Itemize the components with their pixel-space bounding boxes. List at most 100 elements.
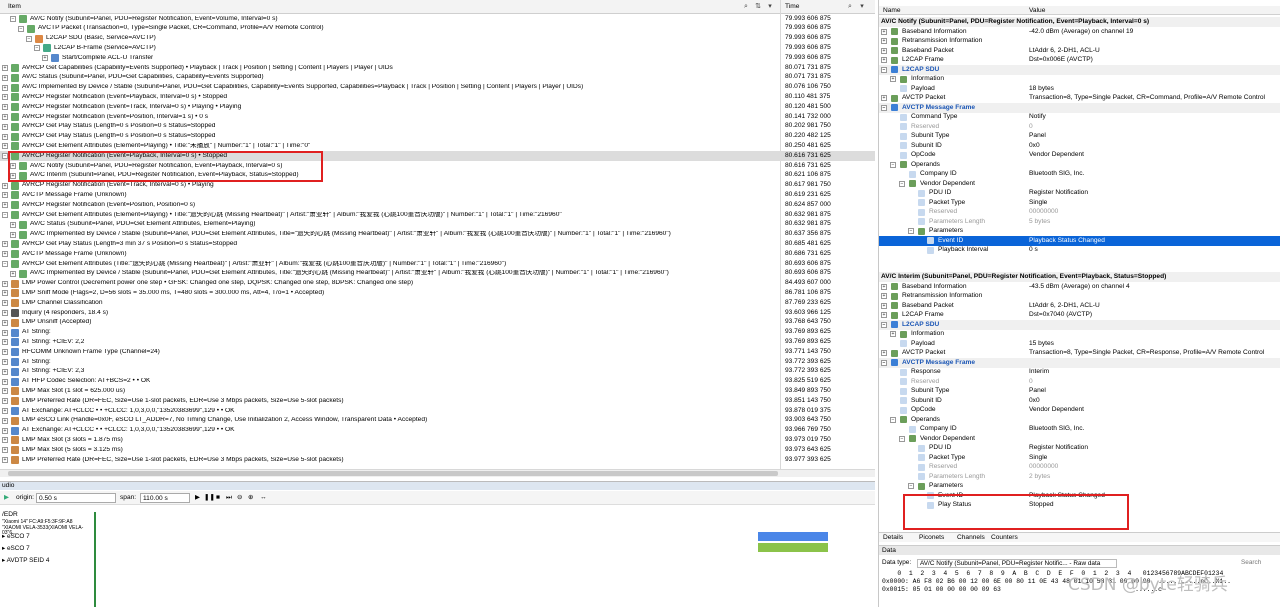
tab-piconets[interactable]: Piconets	[919, 534, 944, 542]
expand-toggle-icon[interactable]: +	[2, 114, 8, 120]
expand-toggle-icon[interactable]: −	[2, 212, 8, 218]
fit-icon[interactable]: ↔	[260, 494, 267, 502]
tab-counters[interactable]: Counters	[991, 534, 1018, 542]
expand-toggle-icon[interactable]: −	[881, 66, 887, 73]
expand-toggle-icon[interactable]: +	[2, 143, 8, 150]
tab-channels[interactable]: Channels	[957, 534, 985, 542]
expand-toggle-icon[interactable]: +	[2, 182, 8, 189]
expand-toggle-icon[interactable]: +	[2, 408, 8, 414]
expand-toggle-icon[interactable]: +	[2, 437, 8, 444]
audio-track-bar[interactable]	[758, 532, 828, 541]
search-field[interactable]: Search	[1241, 559, 1261, 566]
expand-toggle-icon[interactable]: +	[2, 349, 8, 356]
detail-row[interactable]: Subunit Type Panel	[879, 132, 1280, 142]
expand-toggle-icon[interactable]: −	[908, 228, 914, 234]
detail-row[interactable]: + Baseband Information -43.5 dBm (Average)…	[879, 282, 1280, 292]
expand-toggle-icon[interactable]: +	[2, 388, 8, 395]
detail-row[interactable]: + Information	[879, 75, 1280, 85]
detail-row[interactable]: Parameters Length 2 bytes	[879, 472, 1280, 482]
detail-row[interactable]: Reserved 0	[879, 122, 1280, 132]
packet-row[interactable]: + AV/C Implemented By Device / Stable (Su…	[0, 269, 875, 279]
detail-row[interactable]: Payload 15 bytes	[879, 339, 1280, 349]
section-header[interactable]: AV/C Notify (Subunit=Panel, PDU=Register…	[879, 17, 1280, 27]
horizontal-scrollbar[interactable]	[0, 469, 875, 477]
expand-toggle-icon[interactable]: +	[2, 457, 8, 463]
expand-toggle-icon[interactable]: +	[2, 65, 8, 71]
detail-row[interactable]: Playback Interval 0 s	[879, 246, 1280, 256]
expand-toggle-icon[interactable]: −	[10, 16, 16, 22]
zoom-in-icon[interactable]: ⊕	[248, 494, 254, 502]
scrollbar-thumb[interactable]	[8, 471, 778, 476]
expand-toggle-icon[interactable]: +	[2, 339, 8, 346]
expand-toggle-icon[interactable]: −	[899, 180, 905, 187]
expand-toggle-icon[interactable]: +	[881, 38, 887, 44]
sort-icon[interactable]: ▾	[858, 3, 866, 11]
packet-row[interactable]: + AV/C Implemented By Device / Stable (Su…	[0, 230, 875, 240]
packet-row[interactable]: + AVRCP Register Notification (Event=Trac…	[0, 102, 875, 112]
pause-button-icon[interactable]: ❚❚	[204, 494, 215, 502]
detail-row[interactable]: − Operands	[879, 415, 1280, 425]
settings-icon[interactable]: ▾	[766, 3, 774, 11]
audio-track-label[interactable]: ▸ AVDTP SEID 4	[2, 557, 49, 564]
packet-row[interactable]: − AV/C Notify (Subunit=Panel, PDU=Registe…	[0, 14, 875, 24]
packet-row[interactable]: + AT String: 93.772 393 625	[0, 357, 875, 367]
play-icon[interactable]: ▶	[4, 494, 9, 502]
packet-row[interactable]: + LMP Max Slot (3 slots = 1.875 ms) 93.973…	[0, 435, 875, 445]
play-button-icon[interactable]: ▶	[195, 494, 200, 502]
packet-row[interactable]: + LMP Max Slot (5 slots = 3.125 ms) 93.973…	[0, 445, 875, 455]
expand-toggle-icon[interactable]: +	[10, 221, 16, 228]
detail-row[interactable]: + AVCTP Packet Transaction=8, Type=Single …	[879, 94, 1280, 104]
packet-row[interactable]: + AVCTP Message Frame (Unknown) 80.619 231…	[0, 190, 875, 200]
detail-row[interactable]: − AVCTP Message Frame	[879, 103, 1280, 113]
packet-row[interactable]: + AT String: +CIEV: 2,2 93.769 893 625	[0, 337, 875, 347]
skip-forward-icon[interactable]: ⏭	[226, 494, 232, 502]
packet-row[interactable]: + RFCOMM Unknown Frame Type (Channel=24) 9…	[0, 347, 875, 357]
expand-toggle-icon[interactable]: +	[2, 378, 8, 385]
search-icon[interactable]: ⌕	[742, 3, 750, 11]
detail-row[interactable]: − L2CAP SDU	[879, 65, 1280, 75]
expand-toggle-icon[interactable]: +	[2, 319, 8, 326]
packet-row[interactable]: + AVRCP Get Element Attributes (Element=P…	[0, 141, 875, 151]
detail-row[interactable]: Response Interim	[879, 368, 1280, 378]
packet-row[interactable]: + AT String: +CIEV: 2,3 93.772 393 625	[0, 367, 875, 377]
expand-toggle-icon[interactable]: +	[10, 270, 16, 277]
expand-toggle-icon[interactable]: +	[2, 202, 8, 209]
packet-row[interactable]: + Start/Complete ACL-U Transfer 79.993 606…	[0, 53, 875, 63]
packet-row[interactable]: + LMP Channel Classification 87.769 233 62…	[0, 298, 875, 308]
packet-row[interactable]: + AV/C Status (Subunit=Panel, PDU=Get Ele…	[0, 220, 875, 230]
expand-toggle-icon[interactable]: −	[899, 435, 905, 442]
expand-toggle-icon[interactable]: −	[890, 416, 896, 423]
detail-row[interactable]: Subunit ID 0x0	[879, 141, 1280, 151]
detail-row[interactable]: + L2CAP Frame Dst=0x7040 (AVCTP)	[879, 311, 1280, 321]
expand-toggle-icon[interactable]: +	[2, 133, 8, 140]
detail-row[interactable]: + Retransmission Information	[879, 37, 1280, 47]
expand-toggle-icon[interactable]: +	[2, 280, 8, 287]
expand-toggle-icon[interactable]: +	[2, 300, 8, 307]
expand-toggle-icon[interactable]: +	[2, 310, 8, 316]
expand-toggle-icon[interactable]: −	[908, 483, 914, 489]
data-type-select[interactable]: AV/C Notify (Subunit=Panel, PDU=Register…	[917, 559, 1117, 568]
audio-track-label[interactable]: ▸ eSCO 7	[2, 545, 30, 552]
detail-row[interactable]: Reserved 00000000	[879, 463, 1280, 473]
packet-row[interactable]: + AT HFP Codec Selection: AT+BCS=2 • • OK…	[0, 377, 875, 387]
packet-row[interactable]: − L2CAP SDU (Basic, Service=AVCTP) 79.993 …	[0, 34, 875, 44]
detail-row[interactable]: PDU ID Register Notification	[879, 189, 1280, 199]
detail-row[interactable]: Command Type Notify	[879, 113, 1280, 123]
detail-row[interactable]: − Vendor Dependent	[879, 179, 1280, 189]
column-item[interactable]: Item	[8, 3, 21, 11]
packet-row[interactable]: + AT Exchange: AT+CLCC • • +CLCC: 1,0,3,0…	[0, 406, 875, 416]
detail-row[interactable]: Company ID Bluetooth SIG, Inc.	[879, 170, 1280, 180]
detail-row[interactable]: + Baseband Information -42.0 dBm (Average)…	[879, 27, 1280, 37]
zoom-out-icon[interactable]: ⊖	[237, 494, 243, 502]
packet-row[interactable]: + AVRCP Register Notification (Event=Play…	[0, 92, 875, 102]
detail-row[interactable]: Reserved 0	[879, 377, 1280, 387]
packet-row[interactable]: + LMP Preferred Rate (DR=FEC, Size=Use 1-…	[0, 455, 875, 465]
detail-row[interactable]: − Vendor Dependent	[879, 434, 1280, 444]
expand-toggle-icon[interactable]: +	[2, 251, 8, 258]
packet-row[interactable]: + AVRCP Get Play Status (Length=0 s Posit…	[0, 132, 875, 142]
packet-row[interactable]: − L2CAP B-Frame (Service=AVCTP) 79.993 606…	[0, 43, 875, 53]
packet-row[interactable]: + AV/C Status (Subunit=Panel, PDU=Get Cap…	[0, 73, 875, 83]
packet-row[interactable]: + LMP Power Control (Decrement power one …	[0, 279, 875, 289]
expand-toggle-icon[interactable]: −	[34, 45, 40, 52]
detail-row[interactable]: − Parameters	[879, 227, 1280, 237]
